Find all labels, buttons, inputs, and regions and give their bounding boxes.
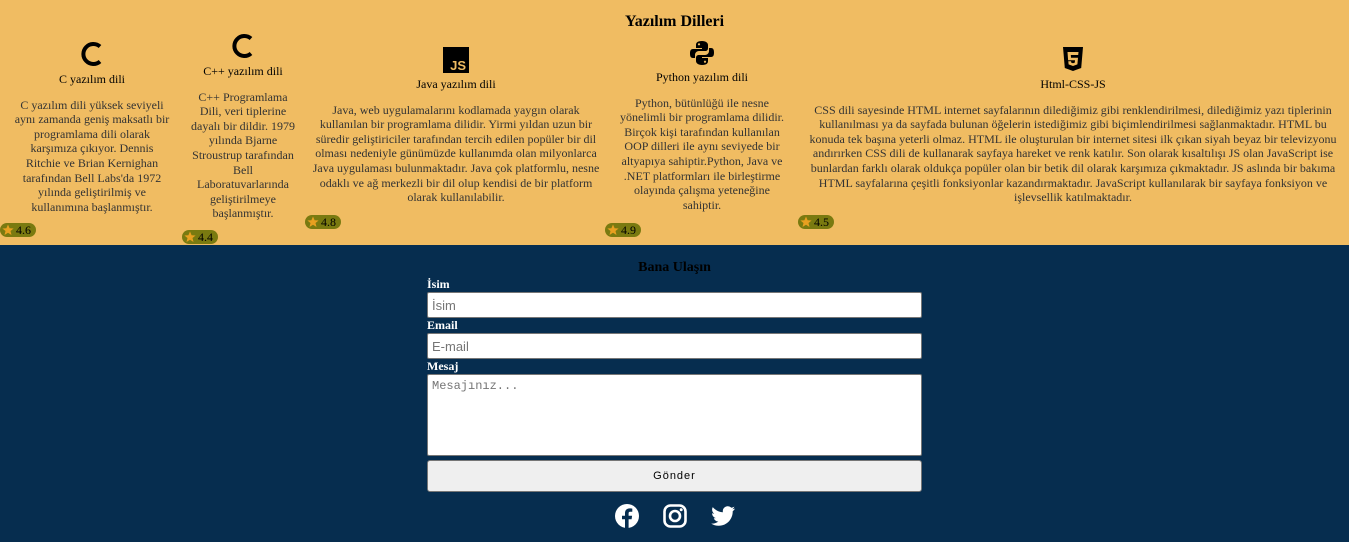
- language-card-html-css-js: Html-CSS-JS CSS dili sayesinde HTML inte…: [808, 47, 1338, 205]
- twitter-icon[interactable]: [710, 503, 736, 529]
- c-logo-icon: [81, 42, 102, 66]
- html5-logo-icon: [1063, 47, 1083, 71]
- social-links: [614, 503, 744, 529]
- card-description: CSS dili sayesinde HTML internet sayfala…: [809, 102, 1337, 205]
- message-label: Mesaj: [427, 359, 459, 373]
- language-card-java: JS Java yazılım dili Java, web uygulamal…: [312, 47, 600, 205]
- card-description: Java, web uygulamalarını kodlamada yaygı…: [312, 102, 600, 205]
- rating-badge: 4.4: [182, 230, 218, 244]
- rating-badge: 4.5: [798, 215, 834, 229]
- rating-value: 4.5: [814, 215, 829, 229]
- card-title: C yazılım dili: [59, 72, 125, 86]
- languages-section: Yazılım Dilleri C yazılım dili C yazılım…: [0, 0, 1349, 245]
- rating-value: 4.9: [621, 223, 636, 237]
- rating-value: 4.6: [16, 223, 31, 237]
- card-description: C++ Programlama Dili, veri tiplerine day…: [191, 89, 295, 221]
- star-icon: [307, 216, 319, 227]
- cpp-logo-icon: [232, 34, 253, 58]
- message-textarea[interactable]: [427, 374, 922, 456]
- language-card-cpp: C++ yazılım dili C++ Programlama Dili, v…: [190, 32, 296, 221]
- js-logo-icon: JS: [443, 47, 469, 73]
- language-card-python: Python yazılım dili Python, bütünlüğü il…: [618, 40, 786, 212]
- card-description: Python, bütünlüğü ile nesne yönelimli bi…: [620, 95, 784, 212]
- name-input[interactable]: [427, 292, 922, 318]
- contact-form: İsim Email Mesaj Gönder: [427, 277, 922, 492]
- star-icon: [800, 216, 812, 227]
- card-title: C++ yazılım dili: [203, 64, 283, 78]
- email-label: Email: [427, 318, 458, 332]
- contact-section: Bana Ulaşın İsim Email Mesaj Gönder: [0, 245, 1349, 542]
- star-icon: [2, 224, 14, 235]
- rating-value: 4.8: [321, 215, 336, 229]
- card-title: Java yazılım dili: [416, 77, 496, 91]
- rating-badge: 4.6: [0, 223, 36, 237]
- star-icon: [184, 231, 196, 242]
- rating-badge: 4.8: [305, 215, 341, 229]
- contact-title: Bana Ulaşın: [638, 260, 711, 275]
- card-description: C yazılım dili yüksek seviyeli aynı zama…: [14, 97, 170, 214]
- submit-button[interactable]: Gönder: [427, 460, 922, 492]
- star-icon: [607, 224, 619, 235]
- svg-text:JS: JS: [450, 58, 466, 73]
- email-input[interactable]: [427, 333, 922, 359]
- instagram-icon[interactable]: [662, 503, 688, 529]
- name-label: İsim: [427, 277, 450, 291]
- python-logo-icon: [690, 41, 714, 65]
- card-title: Python yazılım dili: [656, 70, 748, 84]
- rating-badge: 4.9: [605, 223, 641, 237]
- section-title: Yazılım Dilleri: [624, 13, 725, 30]
- card-title: Html-CSS-JS: [1040, 77, 1106, 91]
- language-card-c: C yazılım dili C yazılım dili yüksek sev…: [12, 40, 172, 214]
- rating-value: 4.4: [198, 230, 213, 244]
- facebook-icon[interactable]: [614, 503, 640, 529]
